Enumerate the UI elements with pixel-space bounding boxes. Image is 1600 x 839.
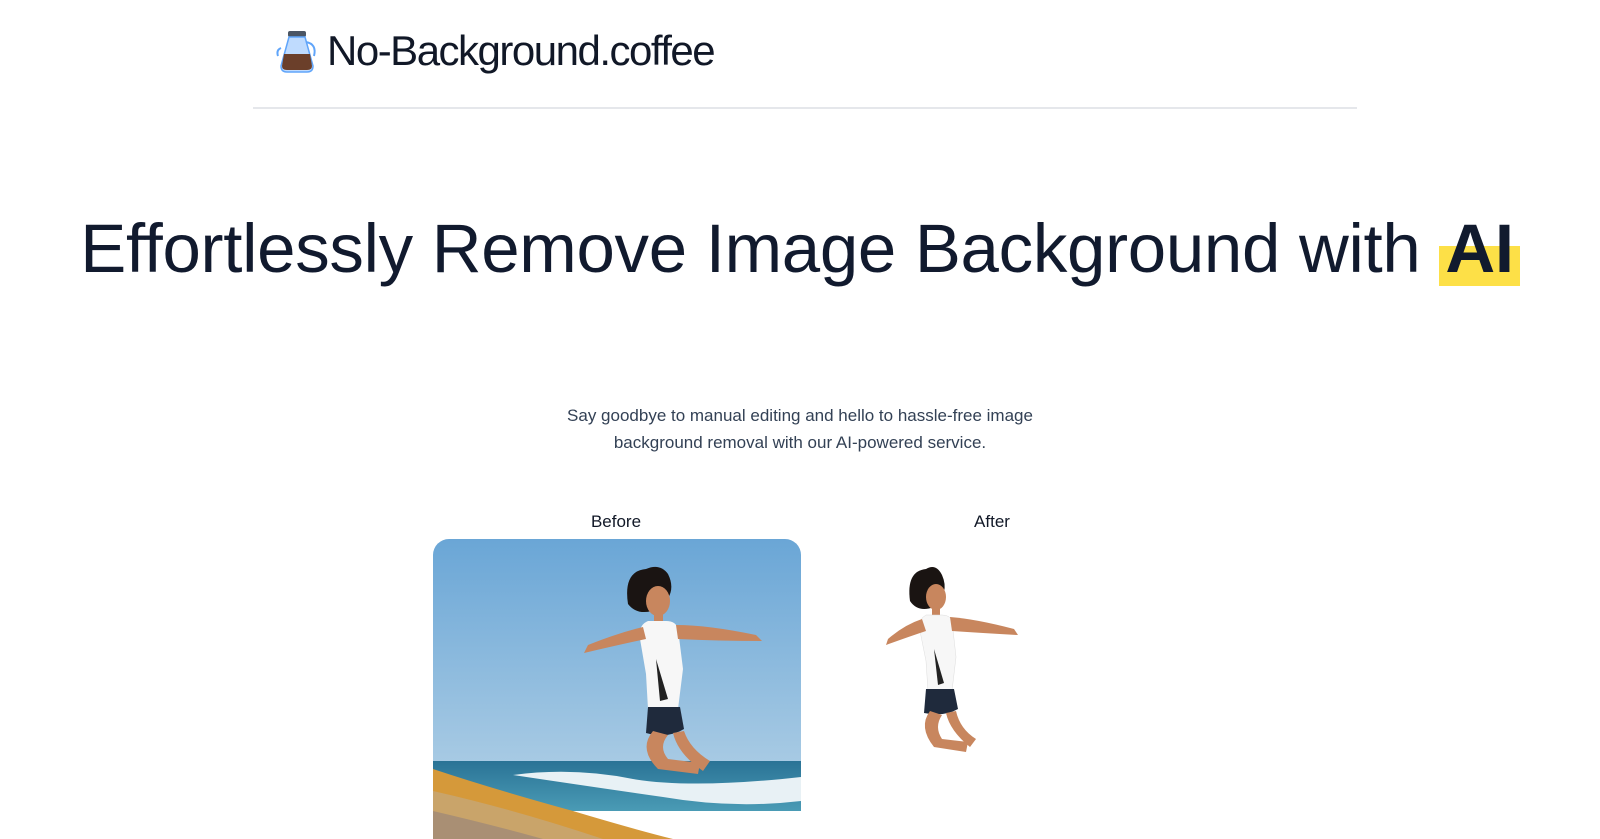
- brand-logo-link[interactable]: No-Background.coffee: [275, 26, 716, 76]
- jumping-person-cutout: [886, 567, 1018, 752]
- hero-headline: Effortlessly Remove Image Background wit…: [0, 210, 1600, 287]
- headline-highlight: AI: [1439, 213, 1521, 286]
- coffee-pot-icon: [275, 28, 327, 74]
- after-image: [868, 539, 1108, 839]
- site-header: No-Background.coffee: [253, 0, 1357, 109]
- before-label: Before: [590, 512, 642, 531]
- hero-subtext: Say goodbye to manual editing and hello …: [567, 406, 1033, 452]
- brand-name: No-Background.coffee: [327, 27, 716, 74]
- headline-text: Effortlessly Remove Image Background wit…: [80, 210, 1440, 287]
- before-image: [433, 539, 801, 839]
- after-label: After: [974, 512, 1010, 531]
